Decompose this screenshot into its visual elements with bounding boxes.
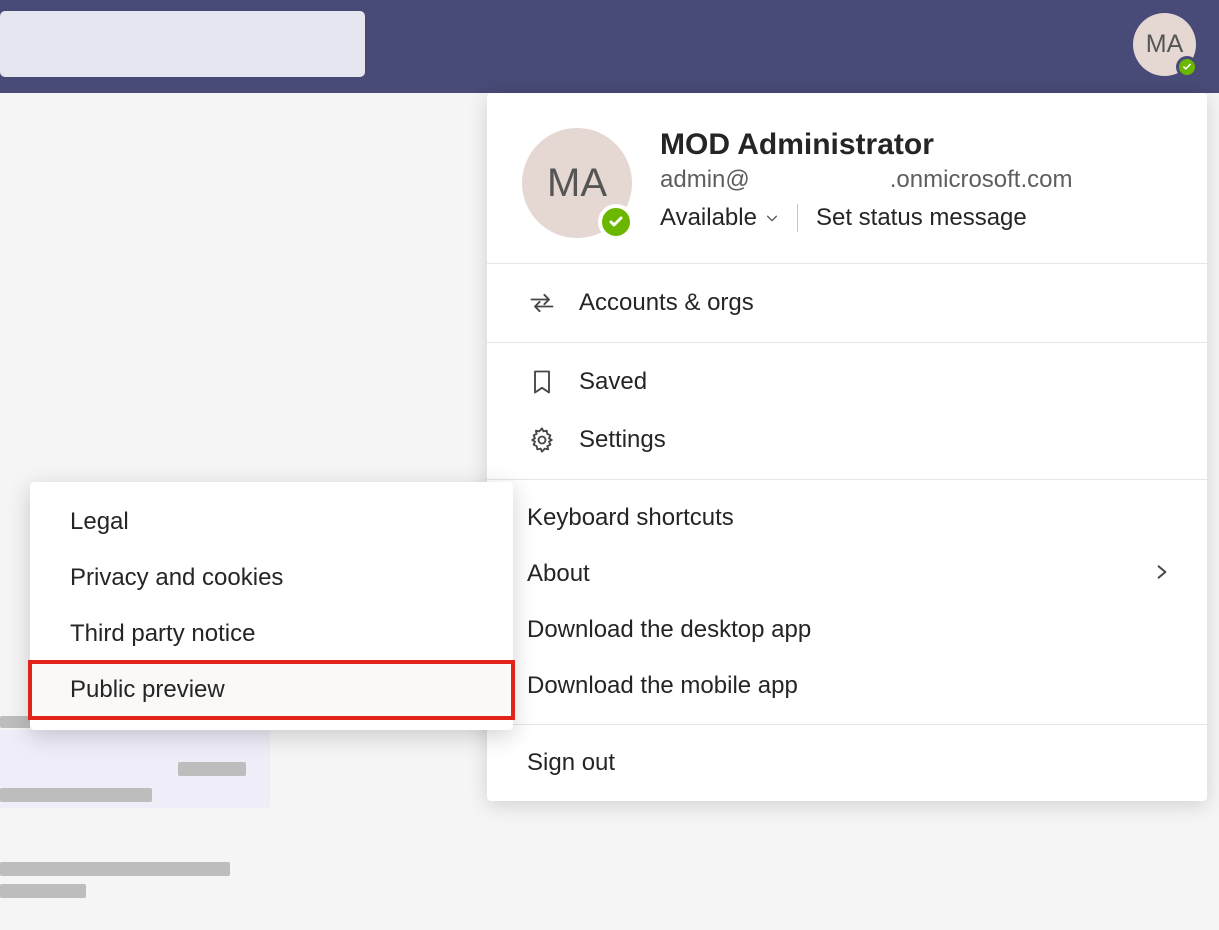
profile-avatar-button[interactable]: MA xyxy=(1133,13,1196,76)
presence-available-icon xyxy=(1176,56,1198,78)
bg-placeholder xyxy=(0,862,230,876)
about-item[interactable]: About xyxy=(487,546,1207,602)
bg-placeholder xyxy=(178,762,246,776)
bookmark-icon xyxy=(527,367,557,397)
menu-label: Accounts & orgs xyxy=(579,289,754,317)
saved-item[interactable]: Saved xyxy=(487,353,1207,411)
avatar-large-initials: MA xyxy=(547,161,607,206)
download-desktop-item[interactable]: Download the desktop app xyxy=(487,602,1207,658)
bg-placeholder xyxy=(0,884,86,898)
avatar-large: MA xyxy=(522,128,632,238)
search-input[interactable] xyxy=(0,11,365,77)
privacy-item[interactable]: Privacy and cookies xyxy=(30,550,513,606)
about-submenu: Legal Privacy and cookies Third party no… xyxy=(30,482,513,730)
profile-menu: MA MOD Administrator admin@ .onmicrosoft… xyxy=(487,93,1207,801)
status-dropdown[interactable]: Available xyxy=(660,204,779,232)
menu-label: Download the desktop app xyxy=(527,616,811,644)
divider xyxy=(797,204,798,232)
accounts-orgs-item[interactable]: Accounts & orgs xyxy=(487,274,1207,332)
menu-label: Download the mobile app xyxy=(527,672,798,700)
menu-label: Saved xyxy=(579,368,647,396)
keyboard-shortcuts-item[interactable]: Keyboard shortcuts xyxy=(487,490,1207,546)
menu-label: Sign out xyxy=(527,749,615,777)
menu-label: Keyboard shortcuts xyxy=(527,504,734,532)
email: admin@ .onmicrosoft.com xyxy=(660,166,1172,194)
settings-item[interactable]: Settings xyxy=(487,411,1207,469)
swap-icon xyxy=(527,288,557,318)
presence-available-icon xyxy=(598,204,634,240)
app-header: MA xyxy=(0,0,1219,93)
third-party-notice-item[interactable]: Third party notice xyxy=(30,606,513,662)
status-label: Available xyxy=(660,204,757,232)
download-mobile-item[interactable]: Download the mobile app xyxy=(487,658,1207,714)
avatar-initials: MA xyxy=(1146,30,1184,59)
menu-label: About xyxy=(527,560,590,588)
public-preview-item[interactable]: Public preview xyxy=(30,662,513,718)
legal-item[interactable]: Legal xyxy=(30,494,513,550)
bg-placeholder xyxy=(0,716,34,728)
gear-icon xyxy=(527,425,557,455)
bg-placeholder xyxy=(0,788,152,802)
chevron-right-icon xyxy=(1153,560,1171,588)
chevron-down-icon xyxy=(765,204,779,232)
set-status-button[interactable]: Set status message xyxy=(816,204,1027,232)
profile-header: MA MOD Administrator admin@ .onmicrosoft… xyxy=(487,93,1207,264)
display-name: MOD Administrator xyxy=(660,128,1172,162)
sign-out-item[interactable]: Sign out xyxy=(487,735,1207,791)
menu-label: Settings xyxy=(579,426,666,454)
